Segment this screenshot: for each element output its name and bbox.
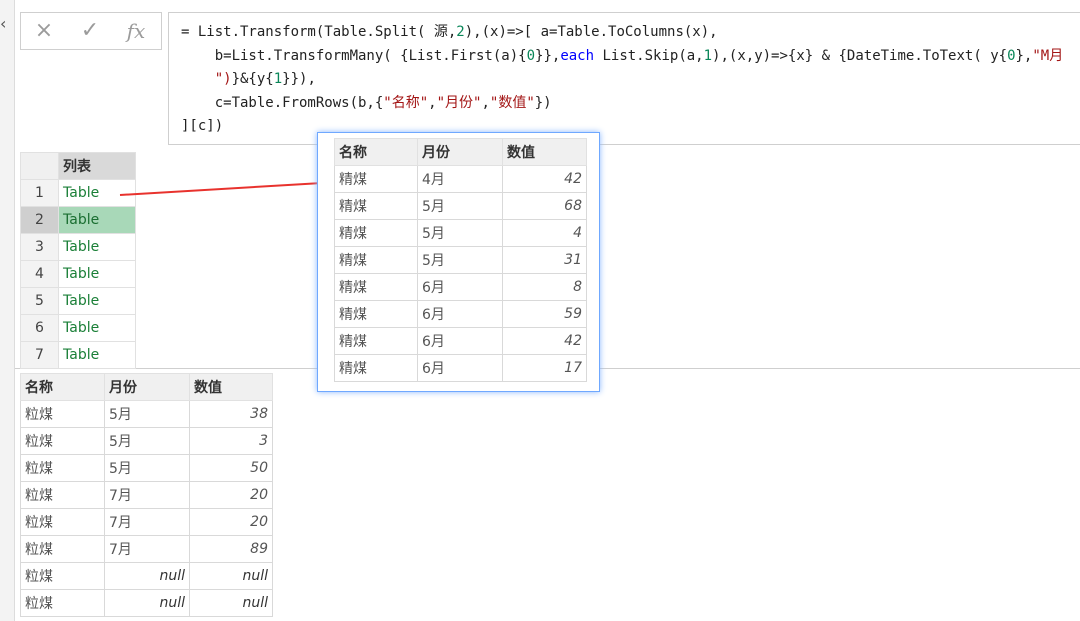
month-cell: null — [104, 589, 190, 617]
name-cell: 粒煤 — [20, 400, 105, 428]
value-cell: null — [189, 562, 273, 590]
table-row: 精煤 6月 42 — [334, 327, 587, 355]
table-row: 精煤 6月 59 — [334, 300, 587, 328]
expanded-table: 名称 月份 数值 粒煤 5月 38 粒煤 5月 3 粒煤 5月 50 粒煤 7月 20 粒煤 7月… — [20, 373, 273, 617]
name-cell: 精煤 — [334, 192, 418, 220]
table-row: 粒煤 7月 89 — [20, 535, 273, 563]
value-cell: 42 — [502, 165, 587, 193]
month-cell: 7月 — [104, 481, 190, 509]
value-cell: 38 — [189, 400, 273, 428]
name-cell: 粒煤 — [20, 589, 105, 617]
column-header-name[interactable]: 名称 — [20, 373, 105, 401]
month-cell: 6月 — [417, 273, 503, 301]
value-cell: null — [189, 589, 273, 617]
value-cell: 20 — [189, 508, 273, 536]
name-cell: 精煤 — [334, 327, 418, 355]
table-row: 粒煤 null null — [20, 562, 273, 590]
name-cell: 粒煤 — [20, 454, 105, 482]
table-row: 精煤 5月 31 — [334, 246, 587, 274]
month-cell: 5月 — [417, 246, 503, 274]
table-row: 精煤 4月 42 — [334, 165, 587, 193]
table-row: 精煤 6月 17 — [334, 354, 587, 382]
name-cell: 粒煤 — [20, 508, 105, 536]
value-cell: 89 — [189, 535, 273, 563]
value-cell: 31 — [502, 246, 587, 274]
table-preview-popup: 名称 月份 数值 精煤 4月 42 精煤 5月 68 精煤 5月 4 精煤 5月 31 精煤 6月… — [317, 132, 600, 392]
value-cell: 8 — [502, 273, 587, 301]
value-cell: 3 — [189, 427, 273, 455]
name-cell: 粒煤 — [20, 481, 105, 509]
name-cell: 粒煤 — [20, 535, 105, 563]
month-cell: 7月 — [104, 535, 190, 563]
value-cell: 59 — [502, 300, 587, 328]
value-cell: 17 — [502, 354, 587, 382]
month-cell: 5月 — [104, 400, 190, 428]
value-cell: 4 — [502, 219, 587, 247]
table-row: 粒煤 7月 20 — [20, 508, 273, 536]
column-header-value[interactable]: 数值 — [189, 373, 273, 401]
column-header-month[interactable]: 月份 — [417, 138, 503, 166]
name-cell: 精煤 — [334, 165, 418, 193]
name-cell: 精煤 — [334, 354, 418, 382]
value-cell: 42 — [502, 327, 587, 355]
month-cell: 5月 — [417, 192, 503, 220]
arrow-line — [119, 182, 323, 196]
table-row: 精煤 5月 4 — [334, 219, 587, 247]
table-row: 精煤 5月 68 — [334, 192, 587, 220]
column-header-name[interactable]: 名称 — [334, 138, 418, 166]
month-cell: 5月 — [104, 427, 190, 455]
value-cell: 68 — [502, 192, 587, 220]
month-cell: 5月 — [417, 219, 503, 247]
name-cell: 精煤 — [334, 219, 418, 247]
popup-data-table: 名称 月份 数值 精煤 4月 42 精煤 5月 68 精煤 5月 4 精煤 5月 31 精煤 6月… — [334, 138, 587, 382]
month-cell: 5月 — [104, 454, 190, 482]
table-row: 粒煤 5月 38 — [20, 400, 273, 428]
name-cell: 精煤 — [334, 300, 418, 328]
table-row: 粒煤 5月 3 — [20, 427, 273, 455]
month-cell: null — [104, 562, 190, 590]
name-cell: 粒煤 — [20, 562, 105, 590]
table-row: 粒煤 7月 20 — [20, 481, 273, 509]
name-cell: 粒煤 — [20, 427, 105, 455]
table-row: 粒煤 5月 50 — [20, 454, 273, 482]
table-row: 精煤 6月 8 — [334, 273, 587, 301]
column-header-month[interactable]: 月份 — [104, 373, 190, 401]
value-cell: 20 — [189, 481, 273, 509]
value-cell: 50 — [189, 454, 273, 482]
month-cell: 6月 — [417, 300, 503, 328]
name-cell: 精煤 — [334, 273, 418, 301]
month-cell: 6月 — [417, 354, 503, 382]
month-cell: 4月 — [417, 165, 503, 193]
month-cell: 7月 — [104, 508, 190, 536]
name-cell: 精煤 — [334, 246, 418, 274]
column-header-value[interactable]: 数值 — [502, 138, 587, 166]
bottom-data-table: 名称 月份 数值 粒煤 5月 38 粒煤 5月 3 粒煤 5月 50 粒煤 7月 20 粒煤 7月… — [20, 373, 273, 617]
month-cell: 6月 — [417, 327, 503, 355]
table-row: 粒煤 null null — [20, 589, 273, 617]
